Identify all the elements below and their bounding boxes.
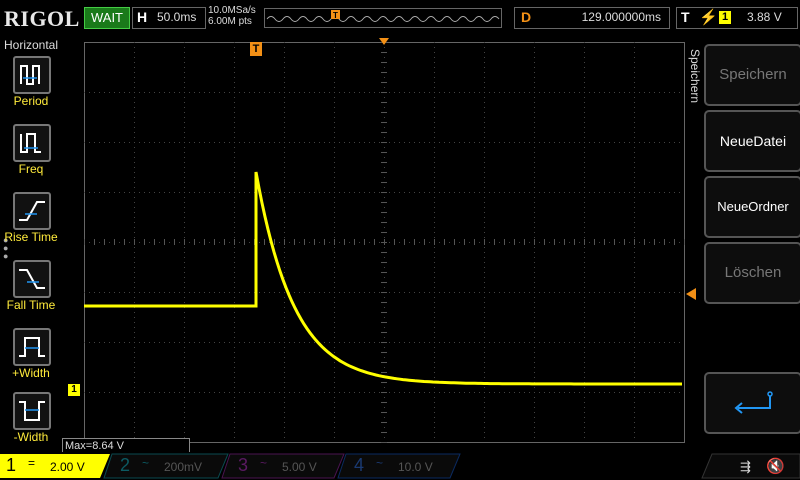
new-folder-label: NeueOrdner xyxy=(717,199,789,214)
timebase-label: H xyxy=(137,9,148,25)
return-arrow-icon xyxy=(734,391,773,414)
frequency-icon xyxy=(13,124,51,162)
channel1-tab[interactable]: 1 = 2.00 V xyxy=(0,454,110,478)
channel2-tab[interactable]: 2 ~ 200mV xyxy=(114,454,224,478)
menu-item-label: Fall Time xyxy=(6,298,56,312)
negative-width-icon xyxy=(13,392,51,430)
channel3-tab[interactable]: 3 ~ 5.00 V xyxy=(232,454,342,478)
back-button[interactable] xyxy=(704,372,800,434)
measure-negative-width[interactable]: -Width xyxy=(0,392,62,458)
channel-scale: 10.0 V xyxy=(398,460,433,474)
menu-title: Horizontal xyxy=(3,38,59,52)
delete-label: Löschen xyxy=(724,264,782,281)
save-button-label: Speichern xyxy=(719,66,787,83)
menu-item-label: Freq xyxy=(18,162,44,176)
channel-number: 1 xyxy=(6,455,17,475)
save-menu: Speichern Speichern NeueDatei NeueOrdner… xyxy=(686,36,800,452)
usb-icon: ⇶ xyxy=(740,459,751,474)
svg-text:T: T xyxy=(333,11,338,20)
new-file-button[interactable]: NeueDatei xyxy=(704,110,800,172)
speaker-muted-icon[interactable]: 🔇 xyxy=(766,457,785,475)
ac-coupling-icon: ~ xyxy=(376,456,384,470)
measure-menu: Horizontal Period Freq ● ● ● Rise Time Fal… xyxy=(0,36,62,452)
new-folder-button[interactable]: NeueOrdner xyxy=(704,176,800,238)
graticule xyxy=(84,42,685,443)
channel1-offset-marker[interactable]: 1 xyxy=(68,384,80,396)
measure-fall-time[interactable]: Fall Time xyxy=(0,260,62,326)
menu-item-label: +Width xyxy=(12,366,50,380)
menu-title: Speichern xyxy=(688,48,702,104)
timebase-box[interactable]: H 50.0ms xyxy=(132,7,206,29)
channel-number: 4 xyxy=(354,455,365,475)
brand-logo: RIGOL xyxy=(4,6,80,31)
fall-time-icon xyxy=(13,260,51,298)
channel-scale: 2.00 V xyxy=(50,460,85,474)
timebase-value: 50.0ms xyxy=(157,10,197,24)
period-icon xyxy=(13,56,51,94)
trigger-label: T xyxy=(681,9,690,25)
channel4-tab[interactable]: 4 ~ 10.0 V xyxy=(348,454,458,478)
dc-coupling-icon: = xyxy=(28,456,36,470)
run-status-badge[interactable]: WAIT xyxy=(84,7,130,29)
trigger-position-marker[interactable]: T xyxy=(250,42,262,56)
channel-scale: 200mV xyxy=(164,460,203,474)
channel-number: 2 xyxy=(120,455,131,475)
waveform-display[interactable] xyxy=(84,42,686,444)
measure-period[interactable]: Period xyxy=(0,56,62,122)
sample-rate: 10.0MSa/s xyxy=(208,5,256,16)
trigger-box[interactable]: T ⚡ 1 3.88 V xyxy=(676,7,798,29)
new-file-label: NeueDatei xyxy=(719,133,787,149)
channel-bar: 1 = 2.00 V 2 ~ 200mV 3 ~ 5.00 V 4 ~ 10.0… xyxy=(0,452,800,480)
menu-item-label: Period xyxy=(13,94,49,108)
measure-rise-time[interactable]: Rise Time xyxy=(0,192,62,258)
memory-overview[interactable]: T xyxy=(264,8,502,28)
menu-item-label: -Width xyxy=(13,430,49,444)
delete-button[interactable]: Löschen xyxy=(704,242,800,304)
trigger-source: 1 xyxy=(719,11,731,24)
channel-number: 3 xyxy=(238,455,249,475)
memory-depth: 6.00M pts xyxy=(208,16,252,27)
measure-positive-width[interactable]: +Width xyxy=(0,328,62,394)
positive-width-icon xyxy=(13,328,51,366)
menu-item-label: Rise Time xyxy=(4,230,58,244)
center-marker xyxy=(379,38,389,45)
ac-coupling-icon: ~ xyxy=(260,456,268,470)
acquisition-info: 10.0MSa/s 6.00M pts xyxy=(208,5,256,27)
memory-waveform-icon: T xyxy=(266,10,500,22)
channel-scale: 5.00 V xyxy=(282,460,317,474)
top-status-bar: RIGOL WAIT H 50.0ms 10.0MSa/s 6.00M pts … xyxy=(0,0,800,36)
delay-box[interactable]: D 129.000000ms xyxy=(514,7,670,29)
delay-value: 129.000000ms xyxy=(581,10,661,24)
rising-edge-icon: ⚡ xyxy=(699,9,718,26)
trigger-level: 3.88 V xyxy=(747,10,782,24)
measure-freq[interactable]: Freq xyxy=(0,124,62,190)
ac-coupling-icon: ~ xyxy=(142,456,150,470)
rise-time-icon xyxy=(13,192,51,230)
save-button[interactable]: Speichern xyxy=(704,44,800,106)
delay-label: D xyxy=(521,9,532,25)
